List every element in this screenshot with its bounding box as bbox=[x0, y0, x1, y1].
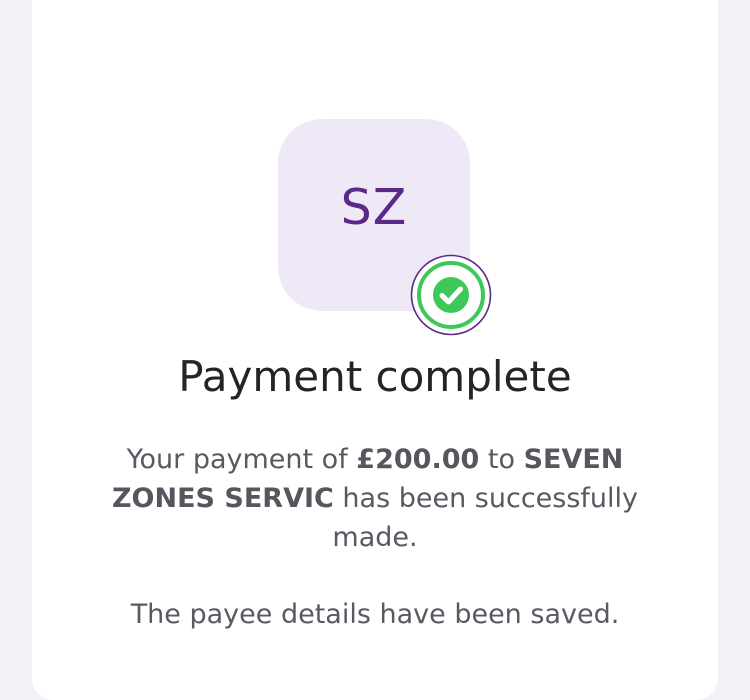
page-title: Payment complete bbox=[178, 352, 572, 401]
payee-initials: SZ bbox=[340, 179, 408, 236]
message-prefix: Your payment of bbox=[126, 444, 357, 475]
payment-message: Your payment of £200.00 to SEVEN ZONES S… bbox=[100, 440, 650, 557]
payment-amount: £200.00 bbox=[356, 444, 480, 475]
message-middle: to bbox=[479, 444, 524, 475]
message-suffix: has been successfully made. bbox=[332, 483, 639, 553]
check-circle-icon bbox=[410, 254, 492, 336]
payee-saved-note: The payee details have been saved. bbox=[130, 599, 620, 630]
